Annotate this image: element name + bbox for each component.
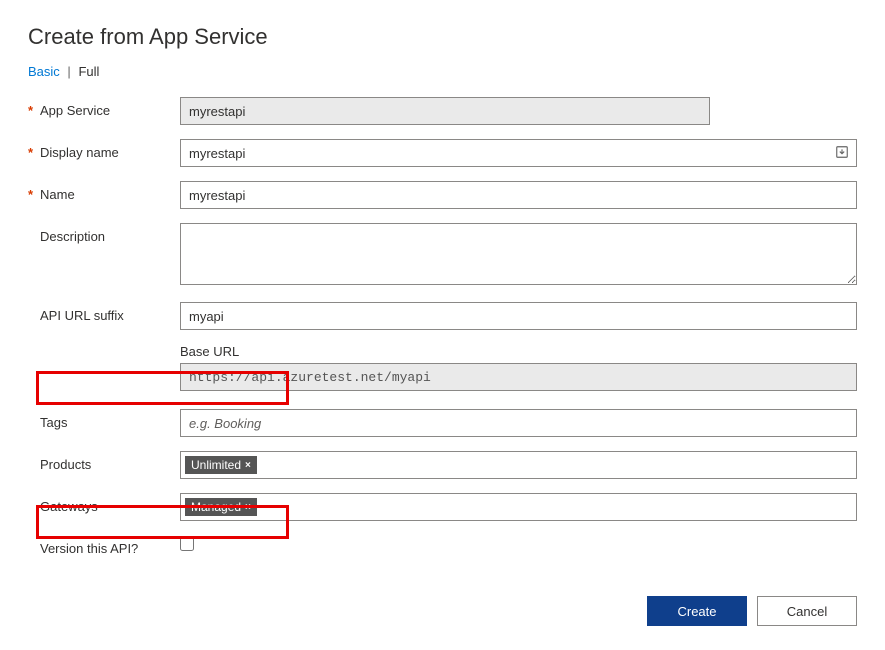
gateway-chip-managed: Managed × — [185, 498, 257, 516]
version-api-label: Version this API? — [40, 541, 138, 556]
product-chip-label: Unlimited — [191, 458, 241, 472]
base-url-label: Base URL — [180, 344, 857, 359]
tab-basic[interactable]: Basic — [28, 64, 60, 79]
api-url-suffix-input[interactable] — [180, 302, 857, 330]
base-url-input — [180, 363, 857, 391]
products-label: Products — [40, 457, 91, 472]
tab-full[interactable]: Full — [78, 64, 99, 79]
version-api-checkbox[interactable] — [180, 537, 194, 551]
app-service-input[interactable] — [180, 97, 710, 125]
display-name-input[interactable] — [180, 139, 857, 167]
api-url-suffix-label: API URL suffix — [40, 308, 124, 323]
name-label: Name — [40, 187, 75, 202]
remove-chip-icon[interactable]: × — [245, 502, 251, 513]
gateways-label: Gateways — [40, 499, 98, 514]
tab-bar: Basic | Full — [28, 64, 857, 79]
gateway-chip-label: Managed — [191, 500, 241, 514]
cancel-button[interactable]: Cancel — [757, 596, 857, 626]
tab-separator: | — [67, 64, 70, 79]
products-input[interactable]: Unlimited × — [180, 451, 857, 479]
remove-chip-icon[interactable]: × — [245, 460, 251, 471]
name-input[interactable] — [180, 181, 857, 209]
display-name-label: Display name — [40, 145, 119, 160]
app-service-label: App Service — [40, 103, 110, 118]
save-icon[interactable] — [835, 145, 849, 159]
required-indicator: * — [28, 187, 40, 202]
tags-label: Tags — [40, 415, 67, 430]
gateways-input[interactable]: Managed × — [180, 493, 857, 521]
required-indicator: * — [28, 103, 40, 118]
create-button[interactable]: Create — [647, 596, 747, 626]
description-label: Description — [40, 229, 105, 244]
page-title: Create from App Service — [28, 24, 857, 50]
product-chip-unlimited: Unlimited × — [185, 456, 257, 474]
required-indicator: * — [28, 145, 40, 160]
tags-input[interactable] — [180, 409, 857, 437]
description-textarea[interactable] — [180, 223, 857, 285]
